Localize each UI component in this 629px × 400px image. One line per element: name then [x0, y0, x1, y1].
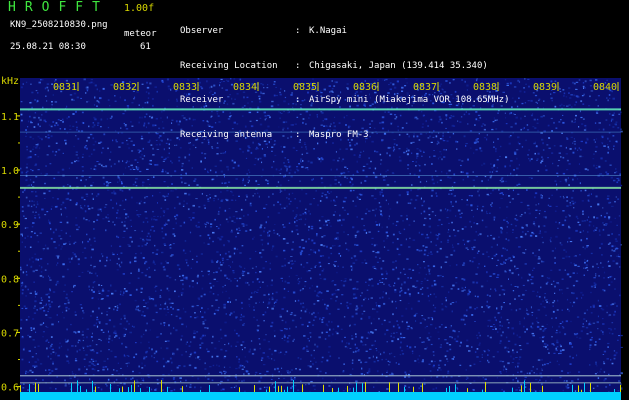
y-axis-unit: kHz — [1, 76, 19, 87]
info-row-receiver: Receiver: AirSpy mini (Miakejima VOR 108.… — [180, 95, 509, 107]
freq-label-4: 0.7 — [1, 328, 19, 339]
freq-label-5: 0.6 — [1, 383, 19, 394]
file-name: KN9_2508210830.png — [10, 20, 108, 30]
info-sep: : — [295, 95, 301, 105]
info-sep: : — [295, 129, 301, 140]
info-sep: : — [295, 60, 301, 71]
app-title: HROFFT — [8, 0, 109, 15]
info-value: Chigasaki, Japan (139.414 35.340) — [309, 60, 488, 71]
datetime: 25.08.21 08:30 — [10, 42, 86, 52]
freq-label-1: 1.0 — [1, 166, 19, 177]
info-sep: : — [295, 26, 301, 36]
baseline-strip — [20, 392, 621, 400]
time-label-9: 0840 — [593, 82, 617, 93]
station-info: Observer: K.Nagai Receiving Location: Chig… — [180, 3, 509, 153]
info-row-antenna: Receiving antenna: Maspro FM-3 — [180, 130, 509, 142]
meteor-count: 61 — [140, 42, 151, 52]
freq-label-3: 0.8 — [1, 274, 19, 285]
info-row-location: Receiving Location: Chigasaki, Japan (139… — [180, 61, 509, 73]
time-label-1: 0832 — [113, 82, 137, 93]
freq-label-0: 1.1 — [1, 112, 19, 123]
info-value: Maspro FM-3 — [309, 129, 369, 140]
info-value: AirSpy mini (Miakejima VOR 108.65MHz) — [309, 95, 510, 105]
time-label-8: 0839 — [533, 82, 557, 93]
info-key: Receiving Location — [180, 60, 278, 71]
info-row-observer: Observer: K.Nagai — [180, 26, 509, 38]
info-key: Receiving antenna — [180, 129, 273, 140]
info-key: Receiver — [180, 95, 224, 105]
time-label-0: 0831 — [53, 82, 77, 93]
freq-label-2: 0.9 — [1, 220, 19, 231]
version-label: 1.00f — [124, 3, 155, 14]
info-value: K.Nagai — [309, 26, 347, 36]
meteor-label: meteor — [124, 29, 157, 39]
info-key: Observer — [180, 26, 224, 36]
